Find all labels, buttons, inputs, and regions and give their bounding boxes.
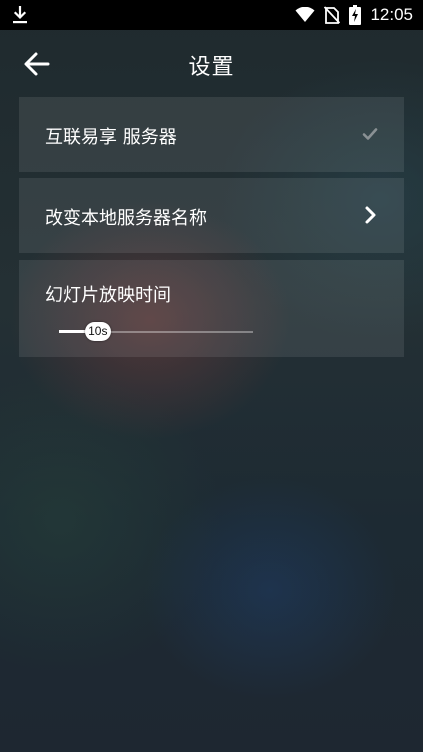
check-icon[interactable] xyxy=(362,126,378,142)
setting-slideshow-interval-label: 幻灯片放映时间 xyxy=(45,285,171,306)
download-icon xyxy=(13,6,27,24)
status-time: 12:05 xyxy=(370,5,413,24)
chevron-right-icon xyxy=(365,206,376,224)
slider-thumb[interactable]: 10s xyxy=(84,322,111,341)
wifi-icon xyxy=(295,7,315,22)
battery-charging-icon xyxy=(349,5,362,25)
no-sim-icon xyxy=(324,6,341,24)
app-bar: 设置 xyxy=(0,30,423,96)
status-indicators: 12:05 xyxy=(295,0,413,30)
page-title: 设置 xyxy=(188,55,235,80)
setting-rename-server[interactable]: 改变本地服务器名称 xyxy=(19,178,404,253)
slideshow-interval-slider[interactable]: 10s xyxy=(59,320,253,344)
setting-rename-server-label: 改变本地服务器名称 xyxy=(45,208,207,229)
setting-share-server[interactable]: 互联易享 服务器 xyxy=(19,97,404,172)
setting-slideshow-interval: 幻灯片放映时间 10s xyxy=(19,260,404,357)
setting-share-server-label: 互联易享 服务器 xyxy=(45,127,177,148)
status-bar: 12:05 xyxy=(0,0,423,30)
